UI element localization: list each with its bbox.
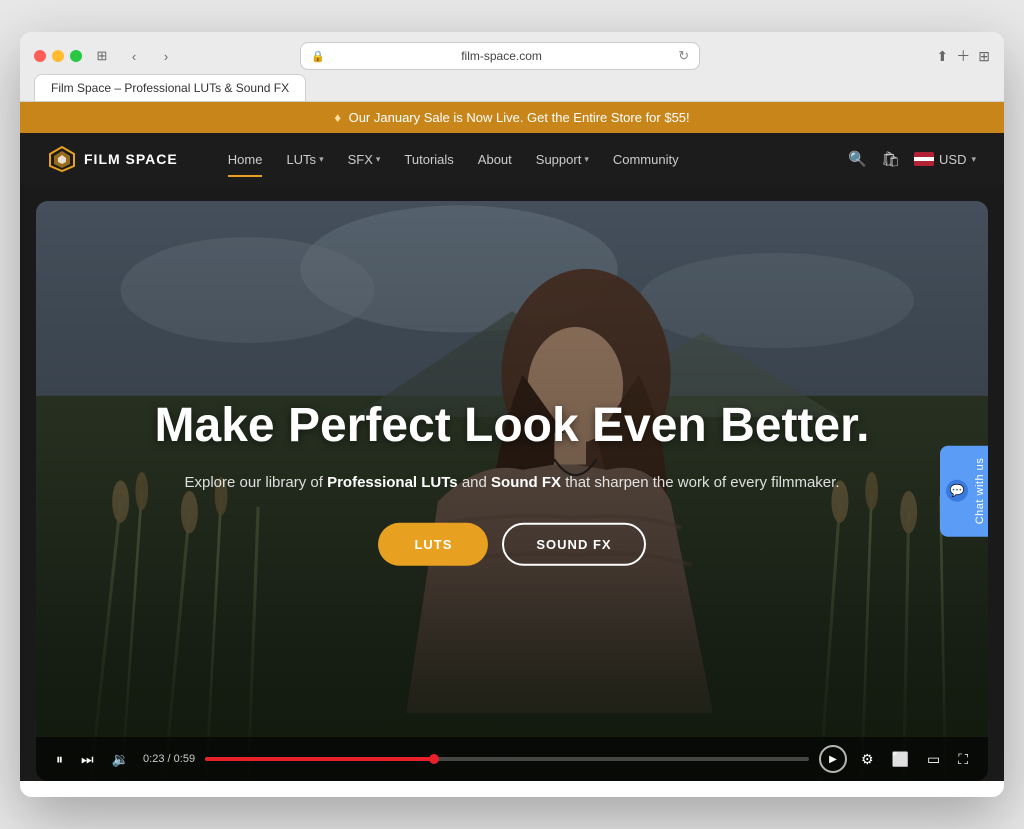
subtitle-luts: Professional LUTs bbox=[327, 474, 458, 491]
volume-button[interactable]: 🔉 bbox=[108, 749, 133, 770]
hero-buttons: LUTS SOUND FX bbox=[142, 523, 882, 566]
currency-chevron-icon: ▾ bbox=[971, 154, 976, 165]
browser-window: ⊞ ‹ › 🔒 film-space.com ↻ ⬆ ＋ ⊞ Film Spac… bbox=[20, 32, 1004, 797]
support-chevron-icon: ▾ bbox=[584, 154, 589, 165]
currency-selector[interactable]: USD ▾ bbox=[914, 152, 976, 167]
sfx-chevron-icon: ▾ bbox=[376, 154, 381, 165]
luts-chevron-icon: ▾ bbox=[319, 154, 324, 165]
time-total: 0:59 bbox=[174, 753, 195, 765]
video-right-controls: ▶ ⚙ ⬜ ▭ ⛶ bbox=[819, 745, 972, 773]
nav-support[interactable]: Support ▾ bbox=[526, 144, 599, 175]
active-tab[interactable]: Film Space – Professional LUTs & Sound F… bbox=[34, 74, 306, 101]
video-circle-play[interactable]: ▶ bbox=[819, 745, 847, 773]
address-bar[interactable]: 🔒 film-space.com ↻ bbox=[300, 42, 700, 70]
hero-section: Make Perfect Look Even Better. Explore o… bbox=[36, 201, 988, 781]
video-progress-fill bbox=[205, 757, 434, 761]
promo-banner[interactable]: ♦ Our January Sale is Now Live. Get the … bbox=[20, 102, 1004, 133]
website-content: ♦ Our January Sale is Now Live. Get the … bbox=[20, 102, 1004, 781]
video-theater-button[interactable]: ▭ bbox=[923, 749, 944, 770]
hero-subtitle: Explore our library of Professional LUTs… bbox=[142, 471, 882, 495]
pause-button[interactable]: ⏸ bbox=[52, 749, 67, 770]
video-controls: ⏸ ⏭ 🔉 0:23 / 0:59 ▶ ⚙ ⬜ ▭ ⛶ bbox=[36, 737, 988, 781]
main-nav: FILM SPACE Home LUTs ▾ SFX ▾ Tutorials bbox=[20, 133, 1004, 185]
url-text: film-space.com bbox=[331, 49, 672, 63]
browser-action-buttons: ⬆ ＋ ⊞ bbox=[937, 46, 990, 66]
maximize-button[interactable] bbox=[70, 50, 82, 62]
video-settings-button[interactable]: ⚙ bbox=[857, 749, 878, 770]
grid-view-button[interactable]: ⊞ bbox=[978, 48, 990, 65]
logo-icon bbox=[48, 145, 76, 173]
nav-icon-group: 🔍 🛍 USD ▾ bbox=[848, 150, 976, 168]
video-fullscreen-button[interactable]: ⛶ bbox=[954, 749, 972, 770]
time-current: 0:23 bbox=[143, 753, 164, 765]
chat-label: Chat with us bbox=[974, 458, 986, 525]
traffic-lights bbox=[34, 50, 82, 62]
refresh-button[interactable]: ↻ bbox=[678, 48, 689, 64]
nav-sfx[interactable]: SFX ▾ bbox=[338, 144, 391, 175]
luts-button[interactable]: LUTS bbox=[378, 523, 488, 566]
next-button[interactable]: ⏭ bbox=[77, 749, 98, 770]
subtitle-mid: and bbox=[462, 474, 491, 491]
subtitle-sfx: Sound FX bbox=[491, 474, 561, 491]
forward-button[interactable]: › bbox=[154, 44, 178, 68]
video-pip-button[interactable]: ⬜ bbox=[888, 749, 913, 770]
hero-title: Make Perfect Look Even Better. bbox=[142, 400, 882, 453]
nav-community[interactable]: Community bbox=[603, 144, 689, 175]
currency-label: USD bbox=[939, 152, 966, 167]
cart-button[interactable]: 🛍 bbox=[881, 150, 900, 168]
hero-content: Make Perfect Look Even Better. Explore o… bbox=[142, 400, 882, 566]
share-button[interactable]: ⬆ bbox=[937, 48, 949, 65]
minimize-button[interactable] bbox=[52, 50, 64, 62]
nav-tutorials[interactable]: Tutorials bbox=[394, 144, 463, 175]
nav-luts[interactable]: LUTs ▾ bbox=[276, 144, 333, 175]
nav-links: Home LUTs ▾ SFX ▾ Tutorials About Suppor bbox=[218, 144, 849, 175]
video-time: 0:23 / 0:59 bbox=[143, 753, 195, 765]
chat-widget[interactable]: Chat with us 💬 bbox=[940, 446, 988, 537]
soundfx-button[interactable]: SOUND FX bbox=[502, 523, 645, 566]
search-button[interactable]: 🔍 bbox=[848, 150, 867, 168]
diamond-icon: ♦ bbox=[334, 110, 341, 125]
video-progress-bar[interactable] bbox=[205, 757, 809, 761]
close-button[interactable] bbox=[34, 50, 46, 62]
browser-chrome: ⊞ ‹ › 🔒 film-space.com ↻ ⬆ ＋ ⊞ Film Spac… bbox=[20, 32, 1004, 102]
nav-about[interactable]: About bbox=[468, 144, 522, 175]
chat-icon: 💬 bbox=[946, 480, 968, 502]
logo[interactable]: FILM SPACE bbox=[48, 145, 178, 173]
us-flag-icon bbox=[914, 152, 934, 166]
subtitle-plain: Explore our library of bbox=[185, 474, 328, 491]
logo-text: FILM SPACE bbox=[84, 151, 178, 167]
banner-text: Our January Sale is Now Live. Get the En… bbox=[349, 110, 690, 125]
new-tab-button[interactable]: ＋ bbox=[956, 46, 970, 66]
sidebar-toggle-icon[interactable]: ⊞ bbox=[90, 44, 114, 68]
browser-tabs: Film Space – Professional LUTs & Sound F… bbox=[34, 74, 990, 101]
ssl-lock-icon: 🔒 bbox=[311, 50, 325, 63]
subtitle-end: that sharpen the work of every filmmaker… bbox=[565, 474, 839, 491]
back-button[interactable]: ‹ bbox=[122, 44, 146, 68]
nav-home[interactable]: Home bbox=[218, 144, 273, 175]
